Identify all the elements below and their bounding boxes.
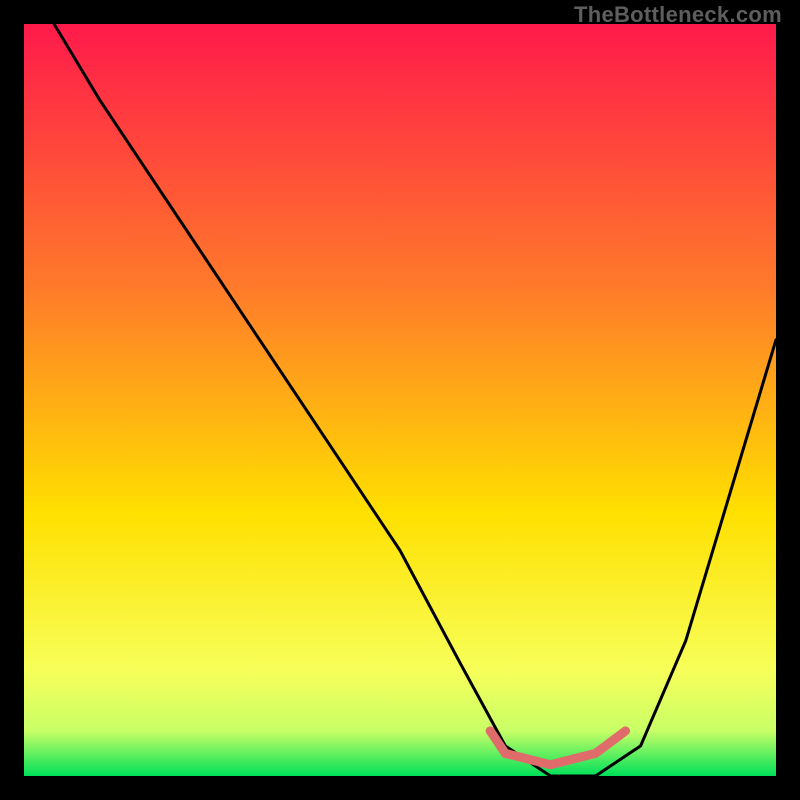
- watermark-text: TheBottleneck.com: [574, 2, 782, 28]
- plot-background: [24, 24, 776, 776]
- chart-container: TheBottleneck.com: [0, 0, 800, 800]
- bottleneck-chart: [0, 0, 800, 800]
